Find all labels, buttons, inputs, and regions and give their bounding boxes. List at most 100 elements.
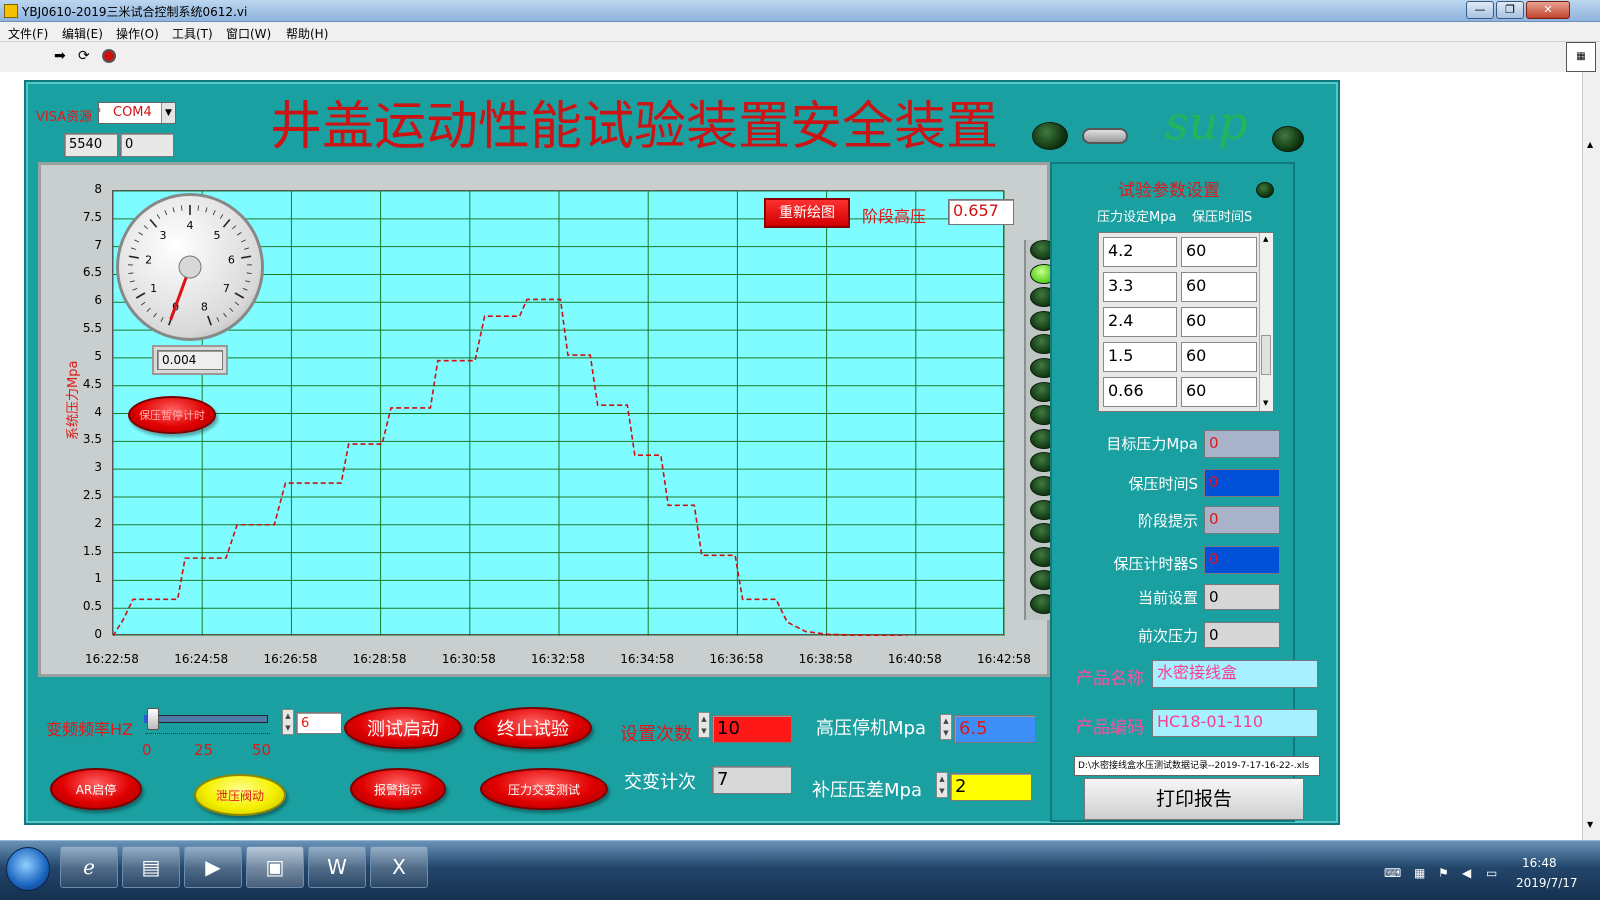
y-tick-label: 6.5 (82, 265, 102, 280)
high-stop-value[interactable]: 6.5 (954, 715, 1036, 743)
gauge-tick (207, 315, 212, 326)
print-report-button[interactable]: 打印报告 (1084, 778, 1304, 820)
x-axis-ticks: 16:22:58 16:24:58 16:26:58 16:28:58 16:30:58… (70, 652, 1060, 672)
freq-tick-50: 50 (252, 741, 272, 759)
param-hold-cell[interactable]: 60 (1181, 377, 1257, 407)
scroll-up-icon[interactable]: ▲ (1587, 140, 1593, 149)
gauge-tick (234, 301, 240, 306)
alt-count-label: 交变计次 (624, 772, 696, 793)
product-name-field[interactable]: 水密接线盒 (1152, 660, 1318, 688)
clock-time[interactable]: 16:48 (1522, 856, 1557, 870)
stop-test-button[interactable]: 终止试验 (474, 707, 592, 749)
params-scrollbar[interactable]: ▲ ▼ (1259, 233, 1273, 411)
y-tick-label: 2 (94, 515, 102, 530)
alarm-indicator-button[interactable]: 报警指示 (350, 768, 446, 810)
menu-file[interactable]: 文件(F) (8, 25, 48, 42)
freq-slider-track[interactable] (144, 715, 268, 723)
param-hold-cell[interactable]: 60 (1181, 307, 1257, 337)
menu-window[interactable]: 窗口(W) (226, 25, 271, 42)
freq-value[interactable]: 6 (296, 712, 342, 734)
param-hold-cell[interactable]: 60 (1181, 237, 1257, 267)
hold-time-label: 保压时间S (1128, 475, 1198, 493)
alternating-test-button[interactable]: 压力交变测试 (480, 768, 608, 810)
param-pressure-cell[interactable]: 2.4 (1103, 307, 1177, 337)
x-tick-label: 16:40:58 (887, 652, 942, 666)
gauge-tick (222, 218, 231, 228)
param-hold-cell[interactable]: 60 (1181, 342, 1257, 372)
target-pressure-value: 0 (1204, 430, 1280, 458)
port-a-field: 5540 (64, 133, 118, 157)
high-stop-spinner[interactable]: ▲ ▼ (940, 714, 952, 740)
comp-pressure-value[interactable]: 2 (950, 773, 1032, 801)
gauge-tick (143, 225, 148, 230)
param-hold-cell[interactable]: 60 (1181, 272, 1257, 302)
param-pressure-cell[interactable]: 4.2 (1103, 237, 1177, 267)
gauge-tick (132, 287, 138, 291)
y-tick-label: 8 (94, 182, 102, 196)
gauge-tick (140, 301, 146, 306)
menu-help[interactable]: 帮助(H) (286, 25, 328, 42)
current-setting-value: 0 (1204, 584, 1280, 610)
scroll-down-icon[interactable]: ▼ (1263, 399, 1268, 407)
release-valve-button[interactable]: 泄压阀动 (194, 774, 286, 816)
gauge-tick (134, 239, 139, 243)
toolbar: ➡ ⟳ ▦ (0, 42, 1600, 72)
param-pressure-cell[interactable]: 0.66 (1103, 377, 1177, 407)
run-continuous-icon[interactable]: ⟳ (78, 48, 90, 64)
restore-button[interactable]: ❐ (1496, 1, 1524, 19)
gauge-tick (128, 255, 139, 259)
word-icon[interactable]: W (308, 846, 366, 888)
excel-icon[interactable]: X (370, 846, 428, 888)
x-tick-label: 16:42:58 (977, 652, 1031, 666)
vertical-scrollbar[interactable]: ▲ ▼ (1582, 72, 1600, 840)
tray-network-icon[interactable]: ▦ (1414, 866, 1425, 880)
clock-date[interactable]: 2019/7/17 (1516, 876, 1578, 890)
gauge-tick (128, 272, 134, 274)
chevron-down-icon[interactable]: ▼ (161, 103, 175, 123)
freq-spinner[interactable]: ▲ ▼ (282, 709, 294, 735)
y-tick-label: 4 (94, 404, 102, 419)
file-path-field[interactable]: D:\水密接线盒水压测试数据记录--2019-7-17-16-22-.xls (1074, 756, 1320, 776)
redraw-button[interactable]: 重新绘图 (764, 198, 850, 228)
param-pressure-cell[interactable]: 1.5 (1103, 342, 1177, 372)
menu-tools[interactable]: 工具(T) (172, 25, 213, 42)
ie-icon[interactable]: ℯ (60, 846, 118, 888)
media-player-icon[interactable]: ▶ (184, 846, 242, 888)
tray-volume-icon[interactable]: ◀ (1462, 866, 1471, 880)
abort-icon[interactable] (102, 49, 116, 63)
start-test-button[interactable]: 测试启动 (344, 707, 462, 749)
y-tick-label: 4.5 (82, 376, 102, 391)
param-pressure-cell[interactable]: 3.3 (1103, 272, 1177, 302)
gauge-tick (135, 292, 146, 299)
explorer-icon[interactable]: ▤ (122, 846, 180, 888)
stage-high-value: 0.657 (948, 199, 1014, 225)
main-title: 井盖运动性能试验装置安全装置 (270, 97, 999, 157)
freq-slider-thumb[interactable] (147, 708, 160, 730)
ar-start-stop-button[interactable]: AR启停 (50, 768, 142, 810)
toggle-switch[interactable] (1082, 128, 1128, 144)
tray-power-icon[interactable]: ▭ (1486, 866, 1497, 880)
tray-keyboard-icon[interactable]: ⌨ (1384, 866, 1401, 880)
menu-edit[interactable]: 编辑(E) (62, 25, 103, 42)
menu-operate[interactable]: 操作(O) (116, 25, 159, 42)
gauge-tick (246, 272, 252, 274)
start-button[interactable] (6, 847, 50, 891)
labview-icon[interactable]: ▣ (246, 846, 304, 888)
hold-pause-button[interactable]: 保压暂停计时 (128, 396, 216, 434)
scroll-thumb[interactable] (1261, 335, 1271, 375)
scroll-down-icon[interactable]: ▼ (1587, 820, 1593, 829)
set-count-spinner[interactable]: ▲ ▼ (698, 712, 710, 738)
product-code-field[interactable]: HC18-01-110 (1152, 709, 1318, 737)
set-count-value[interactable]: 10 (712, 715, 792, 743)
scroll-up-icon[interactable]: ▲ (1263, 235, 1268, 243)
gauge-tick-label: 8 (201, 300, 208, 313)
visa-select[interactable]: COM4 ᴵ ▼ (98, 102, 176, 124)
params-table[interactable]: 4.2 60 3.3 60 2.4 60 1.5 60 0.66 60 ▲ ▼ (1098, 232, 1274, 412)
comp-pressure-spinner[interactable]: ▲ ▼ (936, 772, 948, 798)
run-arrow-icon[interactable]: ➡ (54, 48, 66, 64)
port-b-field: 0 (120, 133, 174, 157)
comp-pressure-label: 补压压差Mpa (812, 780, 922, 801)
tray-flag-icon[interactable]: ⚑ (1438, 866, 1449, 880)
close-button[interactable]: ✕ (1526, 1, 1570, 19)
minimize-button[interactable]: — (1466, 1, 1494, 19)
